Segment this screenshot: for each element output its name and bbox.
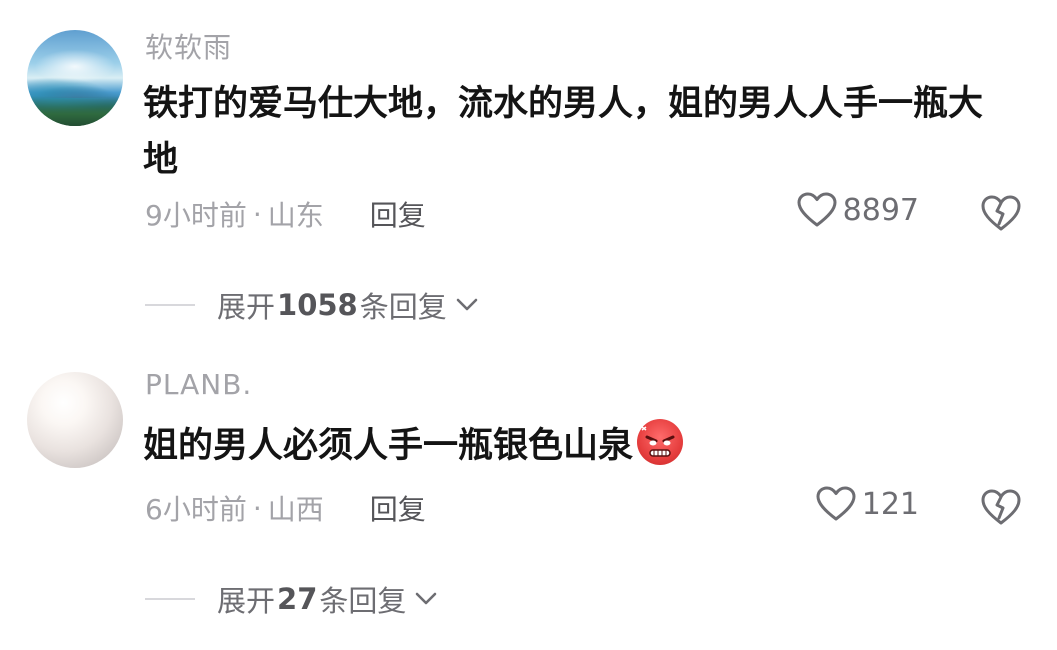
like-count: 8897: [842, 192, 919, 228]
avatar[interactable]: [27, 30, 123, 126]
timestamp: 9小时前: [145, 199, 247, 232]
reply-button[interactable]: 回复: [370, 194, 426, 234]
expand-prefix: 展开: [217, 290, 276, 324]
chevron-down-icon: [456, 298, 478, 311]
expand-suffix: 条回复: [359, 290, 447, 324]
location: 山东: [267, 199, 324, 232]
timestamp: 6小时前: [145, 493, 247, 526]
reply-button[interactable]: 回复: [370, 488, 426, 528]
location: 山西: [267, 493, 324, 526]
separator: ·: [252, 491, 262, 525]
reply-count: 27: [277, 582, 318, 616]
username[interactable]: PLANB.: [145, 368, 252, 401]
divider: [145, 304, 195, 306]
broken-heart-icon[interactable]: [981, 488, 1021, 526]
expand-suffix: 条回复: [319, 584, 407, 618]
comment-list: 软软雨 铁打的爱马仕大地，流水的男人，姐的男人人手一瓶大地 9小时前 · 山东 …: [0, 0, 1057, 650]
heart-icon: [816, 486, 856, 521]
heart-icon: [797, 192, 837, 227]
expand-prefix: 展开: [217, 584, 276, 618]
username[interactable]: 软软雨: [145, 26, 232, 66]
chevron-down-icon: [416, 592, 437, 605]
like-button[interactable]: 8897: [797, 192, 919, 228]
reply-count: 1058: [277, 288, 358, 322]
expand-replies-button[interactable]: 展开 1058 条回复: [145, 284, 479, 326]
like-button[interactable]: 121: [816, 486, 919, 522]
broken-heart-icon[interactable]: [981, 194, 1021, 232]
divider: [145, 598, 195, 600]
expand-replies-button[interactable]: 展开 27 条回复: [145, 578, 438, 620]
angry-face-emoji: [637, 419, 684, 465]
comment-text: 铁打的爱马仕大地，流水的男人，姐的男人人手一瓶大地: [143, 84, 984, 180]
comment-meta: 6小时前 · 山西 回复: [145, 488, 426, 528]
comment-text-body: 姐的男人必须人手一瓶银色山泉: [143, 426, 634, 466]
avatar[interactable]: [27, 372, 123, 468]
comment-meta: 9小时前 · 山东 回复: [145, 194, 426, 234]
like-count: 121: [861, 486, 919, 522]
separator: ·: [252, 197, 262, 231]
comment-text: 姐的男人必须人手一瓶银色山泉: [143, 418, 1013, 474]
